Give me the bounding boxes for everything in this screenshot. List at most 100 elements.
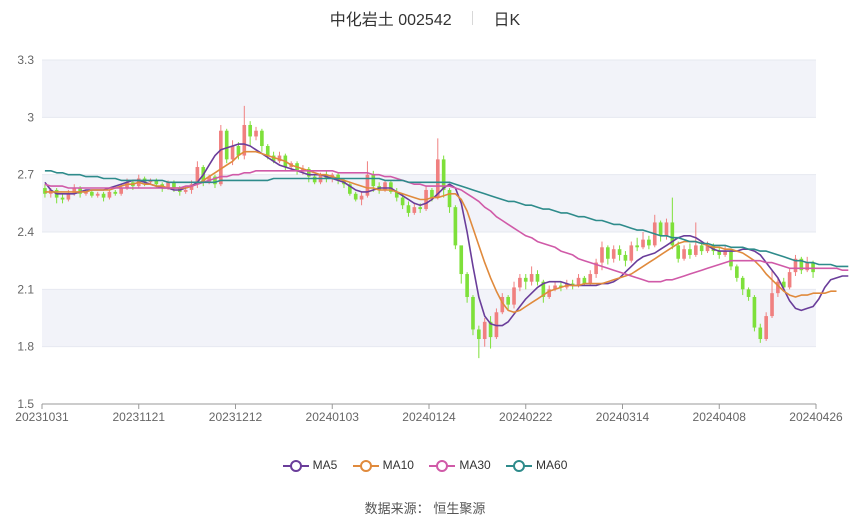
data-source: 数据来源： 恒生聚源 xyxy=(0,498,850,517)
x-tick-label: 20231212 xyxy=(209,410,263,424)
legend-label-ma30: MA30 xyxy=(459,458,491,472)
legend-label-ma60: MA60 xyxy=(536,458,568,472)
x-tick-label: 20240408 xyxy=(693,410,747,424)
candle-body xyxy=(682,249,686,259)
candle-body xyxy=(729,251,733,267)
candlestick-chart: 1.5 1.8 2.1 2.4 2.7 3 3.3 20231031 20231121 20231… xyxy=(15,53,849,424)
candle-body xyxy=(248,124,252,137)
candle-body xyxy=(758,327,763,340)
candle-body xyxy=(770,293,774,317)
candle-body xyxy=(43,188,47,194)
legend-item-ma60[interactable]: MA60 xyxy=(506,458,567,472)
candle-body xyxy=(183,189,188,192)
x-tick-label: 20240314 xyxy=(596,410,650,424)
y-tick-label: 3.3 xyxy=(17,53,34,67)
candle-body xyxy=(518,277,522,288)
candle-body xyxy=(260,130,264,146)
candle-body xyxy=(447,189,452,208)
candle-body xyxy=(664,222,669,236)
x-tick-label: 20240103 xyxy=(306,410,360,424)
candle-body xyxy=(412,207,417,213)
candle-body xyxy=(312,176,317,183)
candle-body xyxy=(430,189,434,198)
candle-body xyxy=(617,249,622,255)
candle-body xyxy=(400,197,405,206)
x-tick-label: 20231121 xyxy=(113,410,166,424)
y-tick-label: 2.1 xyxy=(17,282,34,296)
x-tick-label: 20240222 xyxy=(499,410,553,424)
candle-body xyxy=(101,193,106,198)
candle-body xyxy=(735,266,739,278)
y-tick-label: 1.8 xyxy=(17,340,34,354)
candle-body xyxy=(752,296,757,328)
candle-body xyxy=(535,274,540,282)
candle-body xyxy=(699,245,704,252)
candle-body xyxy=(60,197,65,200)
candle-body xyxy=(119,188,123,194)
candle-body xyxy=(512,287,516,305)
y-tick-label: 3 xyxy=(27,110,34,124)
candle-body xyxy=(371,174,376,187)
candle-body xyxy=(641,239,645,248)
candle-body xyxy=(629,245,634,261)
candle-body xyxy=(406,205,411,213)
legend-label-ma5: MA5 xyxy=(312,458,338,472)
legend-item-ma10[interactable]: MA10 xyxy=(352,458,414,472)
y-tick-label: 1.5 xyxy=(17,397,34,411)
legend-item-ma30[interactable]: MA30 xyxy=(429,458,491,472)
candle-body xyxy=(230,146,235,160)
source-name: 恒生聚源 xyxy=(433,501,486,516)
candle-body xyxy=(224,130,229,160)
candle-body xyxy=(471,296,475,330)
candle-body xyxy=(787,272,792,288)
candle-body xyxy=(635,245,639,248)
candle-body xyxy=(418,207,423,210)
grid-band xyxy=(42,60,816,118)
candle-body xyxy=(658,222,663,236)
candle-body xyxy=(95,193,100,196)
candle-body xyxy=(265,146,270,156)
candle-body xyxy=(693,245,698,255)
x-tick-label: 20231031 xyxy=(15,410,69,424)
candle-body xyxy=(359,195,364,200)
candle-body xyxy=(606,247,610,259)
ma10-legend-icon xyxy=(352,459,379,472)
legend-label-ma10: MA10 xyxy=(382,458,414,472)
candle-body xyxy=(477,329,481,340)
y-tick-label: 2.4 xyxy=(17,225,34,239)
candle-body xyxy=(588,274,593,284)
candle-body xyxy=(623,254,628,261)
candle-body xyxy=(676,245,681,259)
candle-body xyxy=(811,262,815,273)
candle-body xyxy=(506,296,510,305)
candle-body xyxy=(611,249,616,259)
candle-body xyxy=(647,239,651,246)
candle-body xyxy=(688,249,692,255)
candle-body xyxy=(383,182,387,190)
x-tick-label: 20240426 xyxy=(789,410,843,424)
candle-body xyxy=(453,207,458,246)
candle-body xyxy=(353,193,358,200)
candle-body xyxy=(529,274,534,282)
candle-body xyxy=(746,289,751,297)
chart-legend: MA5 MA10 MA30 MA60 xyxy=(0,458,850,472)
candle-body xyxy=(582,277,587,284)
legend-item-ma5[interactable]: MA5 xyxy=(282,458,338,472)
candle-body xyxy=(523,277,528,282)
source-label: 数据来源： xyxy=(364,501,430,516)
candle-body xyxy=(66,193,71,200)
candle-body xyxy=(459,245,464,275)
ma30-legend-icon xyxy=(429,459,456,472)
y-tick-label: 2.7 xyxy=(17,168,34,182)
candle-body xyxy=(90,191,94,196)
x-tick-label: 20240124 xyxy=(402,410,456,424)
ma5-legend-icon xyxy=(282,459,309,472)
candle-body xyxy=(482,321,487,340)
candle-body xyxy=(600,247,604,263)
ma60-legend-icon xyxy=(506,459,533,472)
candle-body xyxy=(764,316,768,340)
candle-body xyxy=(113,191,118,194)
candle-body xyxy=(172,182,176,189)
candle-body xyxy=(107,191,112,198)
candle-body xyxy=(465,274,469,297)
